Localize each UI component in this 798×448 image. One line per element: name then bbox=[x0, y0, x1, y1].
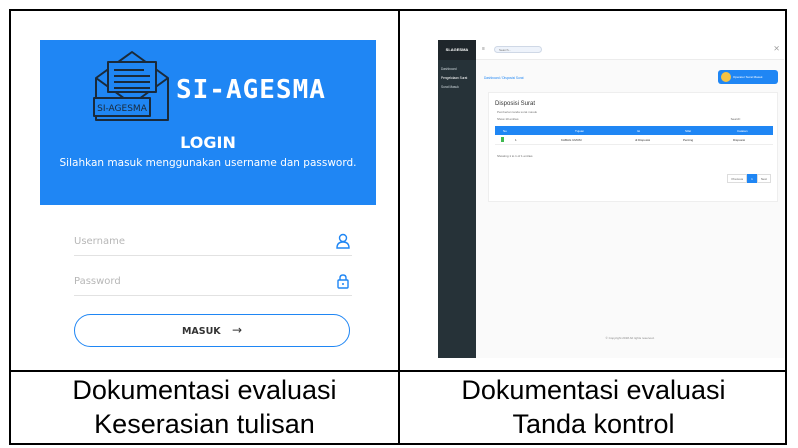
breadcrumb[interactable]: Dashboard / Disposisi Surat bbox=[484, 76, 524, 80]
footer-copyright: © Copyright 2018 All rights reserved. bbox=[605, 336, 655, 340]
menu-icon[interactable]: ≡ bbox=[482, 46, 485, 52]
password-field[interactable]: Password bbox=[74, 270, 352, 296]
column-header[interactable]: Sifat bbox=[685, 129, 691, 133]
caption-right-line1: Dokumentasi evaluasi bbox=[461, 375, 726, 405]
sidebar-item-pengelolaan-surat[interactable]: Pengelolaan Surat bbox=[441, 76, 467, 80]
page-1-button[interactable]: 1 bbox=[747, 174, 757, 183]
sidebar-item-dashboard[interactable]: Dashboard bbox=[441, 67, 457, 71]
column-header[interactable]: Tujuan bbox=[575, 129, 584, 133]
masuk-label: MASUK bbox=[181, 326, 221, 337]
username-placeholder: Username bbox=[74, 236, 125, 247]
column-header[interactable]: Catatan bbox=[737, 129, 748, 133]
cell-sifat: Penting bbox=[683, 138, 694, 142]
table-row[interactable]: 1 KABAG UMUM di Disposisi Penting Dispos… bbox=[495, 135, 773, 145]
next-button[interactable]: Next bbox=[756, 174, 771, 183]
table-search-label[interactable]: Search: bbox=[731, 117, 741, 121]
caption-right-line2: Tanda kontrol bbox=[512, 409, 675, 439]
user-menu[interactable]: Operator Surat Masuk bbox=[718, 70, 778, 84]
status-indicator bbox=[501, 137, 504, 142]
pagination: Previous 1 Next bbox=[727, 174, 771, 183]
login-screen: SI-AGESMA SI-AGESMA LOGIN Silahkan masuk… bbox=[40, 40, 376, 358]
avatar bbox=[721, 72, 731, 82]
caption-left-line1: Dokumentasi evaluasi bbox=[72, 375, 337, 405]
close-icon[interactable]: ⨯ bbox=[773, 44, 780, 53]
previous-button[interactable]: Previous bbox=[727, 174, 748, 183]
dashboard-screen: SI-AGESMA Dashboard Pengelolaan Surat Su… bbox=[438, 40, 784, 358]
brand-name: SI-AGESMA bbox=[176, 75, 326, 105]
caption-right: Dokumentasi evaluasi Tanda kontrol bbox=[400, 373, 787, 441]
table-header: No Tujuan Isi Sifat Catatan bbox=[495, 126, 773, 135]
login-subtitle: Silahkan masuk menggunakan username dan … bbox=[59, 157, 357, 169]
disposisi-card: Disposisi Surat Pemberian tanda surat ma… bbox=[488, 92, 778, 202]
user-icon bbox=[336, 233, 350, 249]
lock-icon bbox=[337, 274, 349, 289]
column-header[interactable]: Isi bbox=[637, 129, 640, 133]
cell-catatan: Disposisi bbox=[733, 138, 746, 142]
password-placeholder: Password bbox=[74, 276, 121, 287]
sidebar: SI-AGESMA Dashboard Pengelolaan Surat Su… bbox=[438, 40, 476, 358]
login-header: SI-AGESMA SI-AGESMA LOGIN Silahkan masuk… bbox=[40, 40, 376, 205]
show-entries-select[interactable]: Show 10 entries bbox=[497, 117, 519, 121]
cell-tujuan: KABAG UMUM bbox=[561, 138, 582, 142]
username-field[interactable]: Username bbox=[74, 230, 352, 256]
masuk-button[interactable]: MASUK → bbox=[74, 314, 350, 347]
sidebar-item-surat-masuk[interactable]: Surat Masuk bbox=[441, 85, 459, 89]
arrow-right-icon: → bbox=[231, 323, 243, 337]
table-divider-horizontal bbox=[9, 370, 787, 372]
card-title: Disposisi Surat bbox=[495, 101, 536, 107]
cell-no: 1 bbox=[515, 138, 517, 142]
topbar: ≡ Search... ⨯ bbox=[476, 40, 784, 60]
caption-left: Dokumentasi evaluasi Keserasian tulisan bbox=[11, 373, 398, 441]
table-info: Showing 1 to 1 of 1 entries bbox=[497, 154, 533, 158]
column-header[interactable]: No bbox=[503, 129, 507, 133]
search-input[interactable]: Search... bbox=[494, 46, 542, 53]
logo-text: SI-AGESMA bbox=[97, 104, 148, 114]
search-placeholder: Search... bbox=[499, 48, 512, 52]
cell-isi: di Disposisi bbox=[635, 138, 651, 142]
envelope-logo-icon: SI-AGESMA bbox=[93, 51, 169, 121]
card-subtitle: Pemberian tanda surat masuk bbox=[497, 110, 538, 114]
caption-left-line2: Keserasian tulisan bbox=[94, 409, 315, 439]
login-title: LOGIN bbox=[180, 133, 236, 152]
user-name: Operator Surat Masuk bbox=[733, 75, 763, 79]
sidebar-brand: SI-AGESMA bbox=[438, 40, 476, 60]
